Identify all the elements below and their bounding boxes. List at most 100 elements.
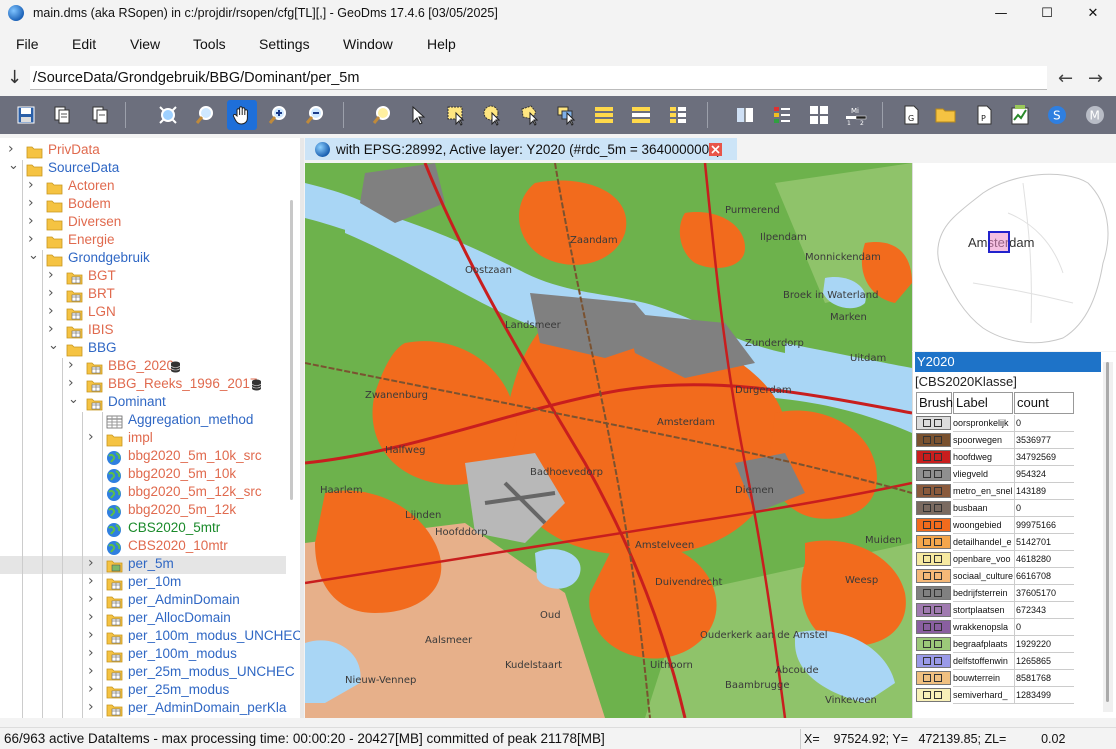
maximize-button[interactable]: ☐: [1024, 0, 1070, 26]
legend-brush-swatch[interactable]: [916, 637, 951, 651]
close-button[interactable]: ✕: [1070, 0, 1116, 26]
back-button[interactable]: ←: [1058, 68, 1073, 89]
legend-row[interactable]: wrakkenopsla 0: [915, 619, 1075, 636]
copy-as-icon[interactable]: [85, 100, 115, 130]
menu-edit[interactable]: Edit: [72, 36, 96, 52]
legend-brush-swatch[interactable]: [916, 552, 951, 566]
legend-brush-swatch[interactable]: [916, 620, 951, 634]
pan-icon[interactable]: [227, 100, 257, 130]
legend-row[interactable]: stortplaatsen 672343: [915, 602, 1075, 619]
overview-map[interactable]: Amsterdam: [912, 163, 1116, 351]
chevron-right-icon[interactable]: ›: [88, 664, 98, 678]
legend-row[interactable]: spoorwegen 3536977: [915, 432, 1075, 449]
chevron-right-icon[interactable]: ›: [48, 268, 58, 282]
legend-brush-swatch[interactable]: [916, 569, 951, 583]
chevron-right-icon[interactable]: ›: [28, 196, 38, 210]
chevron-right-icon[interactable]: ›: [88, 646, 98, 660]
tree-item[interactable]: › PrivData: [0, 142, 286, 160]
find-icon[interactable]: [367, 100, 397, 130]
export-geotiff-icon[interactable]: G: [896, 100, 926, 130]
menu-tools[interactable]: Tools: [193, 36, 226, 52]
legend-scrollbar[interactable]: [1103, 362, 1113, 712]
down-arrow-icon[interactable]: ↓: [7, 67, 22, 88]
tree-item[interactable]: ⌄ SourceData: [0, 159, 286, 178]
chevron-right-icon[interactable]: ›: [68, 358, 78, 372]
deselect-icon[interactable]: [589, 100, 619, 130]
chevron-right-icon[interactable]: ›: [88, 700, 98, 714]
layout-icon[interactable]: [730, 100, 760, 130]
path-input[interactable]: /SourceData/Grondgebruik/BBG/Dominant/pe…: [30, 66, 1047, 90]
map-canvas[interactable]: Purmerend Zaandam Ilpendam Monnickendam Broe…: [305, 163, 912, 718]
chevron-right-icon[interactable]: ›: [88, 574, 98, 588]
legend-layer-title[interactable]: Y2020: [915, 352, 1101, 372]
legend-brush-swatch[interactable]: [916, 484, 951, 498]
legend-row[interactable]: begraafplaats 1929220: [915, 636, 1075, 653]
legend-row[interactable]: hoofdweg 34792569: [915, 449, 1075, 466]
chevron-right-icon[interactable]: ›: [48, 322, 58, 336]
legend-brush-swatch[interactable]: [916, 535, 951, 549]
legend-row[interactable]: sociaal_culture 6616708: [915, 568, 1075, 585]
legend-brush-swatch[interactable]: [916, 501, 951, 515]
menu-window[interactable]: Window: [343, 36, 393, 52]
overview-viewport-box[interactable]: [988, 231, 1010, 253]
chevron-right-icon[interactable]: ›: [8, 142, 18, 156]
s-icon[interactable]: S: [1042, 100, 1072, 130]
legend-row[interactable]: delfstoffenwin 1265865: [915, 653, 1075, 670]
zoom-window-icon[interactable]: [190, 100, 220, 130]
legend-brush-swatch[interactable]: [916, 467, 951, 481]
chevron-right-icon[interactable]: ›: [88, 592, 98, 606]
pane-splitter[interactable]: [300, 138, 304, 718]
chevron-right-icon[interactable]: ›: [28, 232, 38, 246]
tree-item[interactable]: › Bodem: [0, 196, 286, 214]
legend-row[interactable]: woongebied 99975166: [915, 517, 1075, 534]
legend-row[interactable]: detailhandel_e 5142701: [915, 534, 1075, 551]
grid-icon[interactable]: [804, 100, 834, 130]
menu-view[interactable]: View: [130, 36, 160, 52]
forward-button[interactable]: →: [1088, 68, 1103, 89]
map-view-tab[interactable]: with EPSG:28992, Active layer: Y2020 (#r…: [305, 138, 737, 160]
chevron-down-icon[interactable]: ⌄: [48, 339, 59, 352]
tab-close-icon[interactable]: [709, 142, 722, 156]
chevron-down-icon[interactable]: ⌄: [8, 159, 19, 172]
palette-icon[interactable]: [767, 100, 797, 130]
select-object-icon[interactable]: [404, 100, 434, 130]
chevron-right-icon[interactable]: ›: [88, 556, 98, 570]
menu-help[interactable]: Help: [427, 36, 456, 52]
reports-icon[interactable]: [1005, 100, 1035, 130]
legend-brush-swatch[interactable]: [916, 586, 951, 600]
chevron-right-icon[interactable]: ›: [88, 610, 98, 624]
legend-col-count[interactable]: count: [1014, 392, 1074, 414]
legend-brush-swatch[interactable]: [916, 603, 951, 617]
legend-row[interactable]: openbare_voo 4618280: [915, 551, 1075, 568]
zoom-extent-icon[interactable]: [153, 100, 183, 130]
select-polygon-icon[interactable]: [515, 100, 545, 130]
legend-row[interactable]: vliegveld 954324: [915, 466, 1075, 483]
chevron-down-icon[interactable]: ⌄: [28, 249, 39, 262]
legend-row[interactable]: busbaan 0: [915, 500, 1075, 517]
legend-row[interactable]: oorspronkelijk 0: [915, 415, 1075, 432]
legend-col-label[interactable]: Label: [953, 392, 1013, 414]
legend-brush-swatch[interactable]: [916, 450, 951, 464]
tree-item[interactable]: › Energie: [0, 232, 286, 250]
copy-icon[interactable]: [47, 100, 77, 130]
menu-settings[interactable]: Settings: [259, 36, 310, 52]
legend-row[interactable]: semiverhard_ 1283499: [915, 687, 1075, 704]
select-rect-icon[interactable]: [441, 100, 471, 130]
export-print-icon[interactable]: P: [969, 100, 999, 130]
legend-brush-swatch[interactable]: [916, 518, 951, 532]
legend-row[interactable]: metro_en_snel 143189: [915, 483, 1075, 500]
legend-brush-swatch[interactable]: [916, 688, 951, 702]
m-icon[interactable]: M: [1080, 100, 1110, 130]
chevron-right-icon[interactable]: ›: [68, 376, 78, 390]
chevron-right-icon[interactable]: ›: [88, 430, 98, 444]
chevron-down-icon[interactable]: ⌄: [68, 393, 79, 406]
invert-selection-icon[interactable]: [626, 100, 656, 130]
legend-brush-swatch[interactable]: [916, 671, 951, 685]
legend-row[interactable]: bedrijfsterrein 37605170: [915, 585, 1075, 602]
select-distrect-icon[interactable]: [552, 100, 582, 130]
minimize-button[interactable]: —: [978, 0, 1024, 26]
chevron-right-icon[interactable]: ›: [88, 628, 98, 642]
chevron-right-icon[interactable]: ›: [28, 214, 38, 228]
scale-icon[interactable]: Mi 1 2: [841, 100, 871, 130]
menu-file[interactable]: File: [16, 36, 39, 52]
